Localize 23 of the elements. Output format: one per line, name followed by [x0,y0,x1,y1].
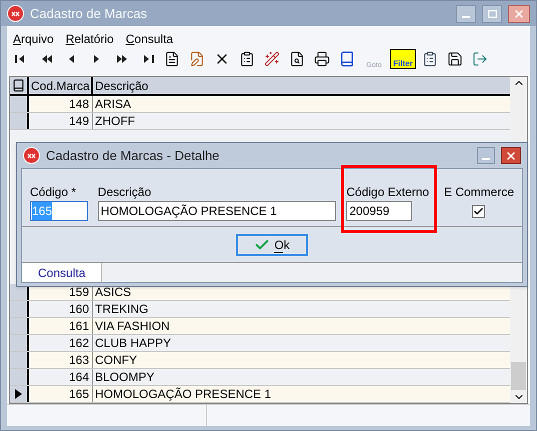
table-cell-text: CONFY [94,352,138,368]
window-title: Cadastro de Marcas [30,4,148,23]
field-label: E Commerce [444,184,514,201]
table-cell-text: ZHOFF [94,113,136,130]
table-cell: 148 [29,96,93,112]
table-cell-text: BLOOMPY [94,369,156,386]
table-cell-text: VIA FASHION [94,318,171,334]
table-cell: 161 [29,318,93,334]
field-label: Código Externo [346,184,430,201]
table-cell-text: ARISA [94,96,132,112]
table-cell-text: CLUB HAPPY [94,335,172,352]
table-cell: 163 [29,352,93,368]
table-cell: 162 [29,335,93,352]
table-cell: 160 [29,301,93,318]
table-cell-text: TREKING [94,301,150,318]
dialog-title: Cadastro de Marcas - Detalhe [46,146,220,165]
table-cell: 164 [29,369,93,386]
field-label: Código * [30,184,78,201]
field-label: Descrição [98,184,152,201]
table-cell-text: HOMOLOGAÇÃO PRESENCE 1 [94,386,272,402]
table-cell: 165 [29,386,93,402]
table-cell: 149 [29,113,93,130]
table-cell-text: ASICS [94,284,132,300]
